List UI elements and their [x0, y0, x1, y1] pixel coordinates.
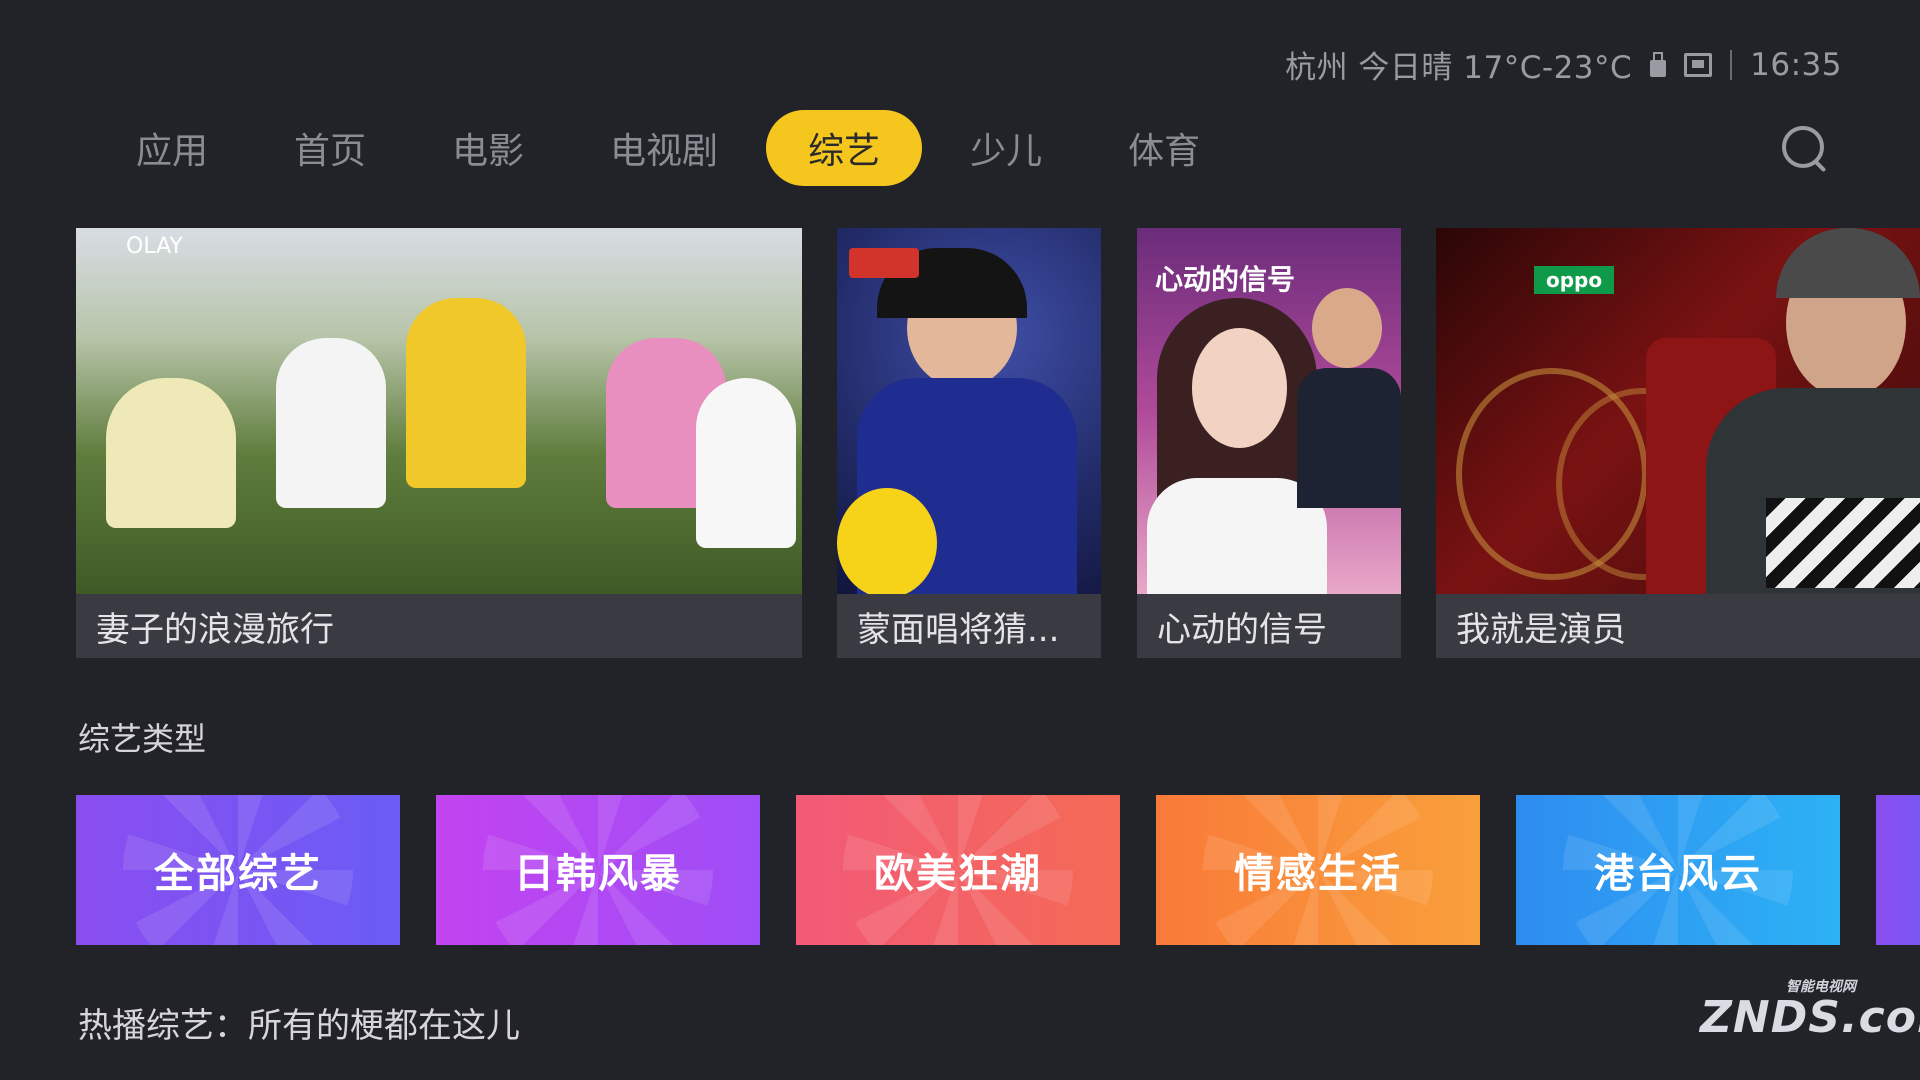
category-label: 情感生活	[1234, 850, 1402, 897]
featured-card[interactable]: oppo 我就是演员	[1436, 228, 1920, 658]
poster-logo: OLAY	[126, 234, 183, 259]
poster-image: OLAY	[76, 228, 802, 594]
top-nav: 应用 首页 电影 电视剧 综艺 少儿 体育	[98, 110, 1248, 186]
featured-card[interactable]: 蒙面唱将猜...	[837, 228, 1101, 658]
tab-sports[interactable]: 体育	[1090, 110, 1238, 186]
featured-card[interactable]: OLAY 妻子的浪漫旅行	[76, 228, 802, 658]
usb-icon	[1650, 51, 1667, 78]
tab-label: 电视剧	[610, 131, 719, 172]
category-all-variety[interactable]: 全部综艺	[76, 795, 400, 945]
tab-label: 首页	[294, 131, 367, 172]
poster-image: 心动的信号	[1137, 228, 1401, 594]
featured-row: OLAY 妻子的浪漫旅行 蒙面唱将猜... 心动的信号 心动的信号 oppo 我…	[76, 228, 1920, 658]
tab-label: 电影	[452, 131, 525, 172]
category-next-partial[interactable]	[1876, 795, 1920, 945]
tab-home[interactable]: 首页	[256, 110, 404, 186]
tab-label: 体育	[1128, 131, 1201, 172]
poster-logo: 心动的信号	[1155, 263, 1296, 296]
tab-label: 应用	[136, 131, 209, 172]
tab-variety[interactable]: 综艺	[766, 110, 923, 186]
poster-image	[837, 228, 1101, 594]
tab-label: 少儿	[970, 131, 1043, 172]
clock: 16:35	[1750, 46, 1842, 83]
tab-kids[interactable]: 少儿	[932, 110, 1080, 186]
category-hk-taiwan[interactable]: 港台风云	[1516, 795, 1840, 945]
category-emotion-life[interactable]: 情感生活	[1156, 795, 1480, 945]
category-label: 日韩风暴	[514, 850, 682, 897]
category-row: 全部综艺 日韩风暴 欧美狂潮 情感生活 港台风云	[76, 795, 1920, 945]
tab-apps[interactable]: 应用	[98, 110, 246, 186]
category-label: 欧美狂潮	[874, 850, 1042, 897]
tab-label: 综艺	[808, 131, 881, 172]
poster-image: oppo	[1436, 228, 1920, 594]
card-title: 蒙面唱将猜...	[857, 609, 1060, 650]
featured-card[interactable]: 心动的信号 心动的信号	[1137, 228, 1401, 658]
ethernet-icon	[1684, 52, 1713, 77]
section-title: 综艺类型	[78, 720, 207, 758]
category-label: 港台风云	[1594, 850, 1762, 897]
tv-home-screen: 杭州 今日晴 17°C-23°C 16:35 应用 首页 电影 电视剧 综艺 少…	[0, 0, 1920, 1080]
tab-movies[interactable]: 电影	[414, 110, 562, 186]
bottom-section-title: 热播综艺：所有的梗都在这儿	[78, 1006, 520, 1046]
watermark-text: ZNDS.com	[1700, 992, 1920, 1043]
poster-logo: oppo	[1534, 266, 1615, 294]
category-western[interactable]: 欧美狂潮	[796, 795, 1120, 945]
category-label: 全部综艺	[154, 850, 322, 897]
tab-tv-series[interactable]: 电视剧	[572, 110, 756, 186]
status-bar: 杭州 今日晴 17°C-23°C 16:35	[1285, 42, 1842, 87]
divider	[1730, 49, 1733, 80]
card-title: 妻子的浪漫旅行	[96, 609, 334, 650]
search-icon[interactable]	[1782, 126, 1827, 173]
card-title: 心动的信号	[1157, 609, 1327, 650]
category-japan-korea[interactable]: 日韩风暴	[436, 795, 760, 945]
weather-text: 杭州 今日晴 17°C-23°C	[1285, 50, 1633, 86]
znds-watermark-logo: 智能电视网 ZNDS.com	[1700, 976, 1920, 1046]
card-title: 我就是演员	[1456, 609, 1626, 650]
